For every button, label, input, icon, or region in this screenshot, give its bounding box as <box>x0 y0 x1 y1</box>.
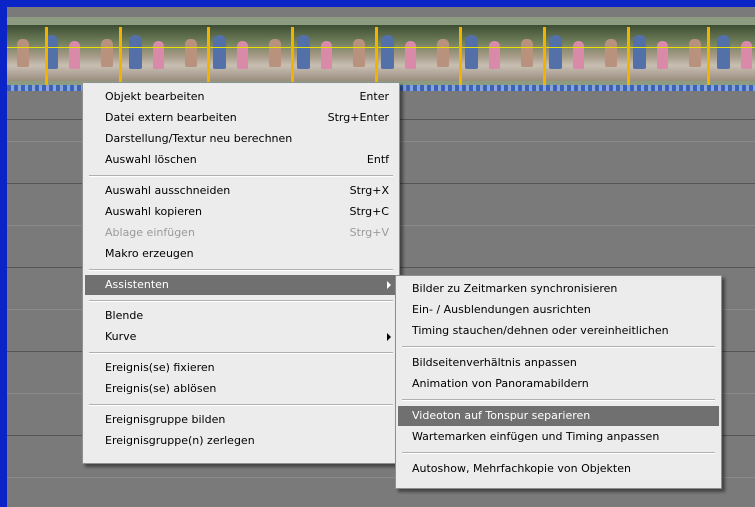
menu-item-shortcut: Strg+Enter <box>327 111 389 124</box>
timeline-marker[interactable] <box>207 27 210 85</box>
menu-item-timing-stauchen-dehnen-oder-vereinheitlichen[interactable]: Timing stauchen/dehnen oder vereinheitli… <box>398 321 719 341</box>
menu-item-shortcut: Entf <box>366 153 389 166</box>
timeline-marker[interactable] <box>291 27 294 85</box>
menu-item-label: Objekt bearbeiten <box>105 90 205 103</box>
menu-item-ein-ausblendungen-ausrichten[interactable]: Ein- / Ausblendungen ausrichten <box>398 300 719 320</box>
menu-item-blende[interactable]: Blende <box>85 306 397 326</box>
timeline-marker[interactable] <box>707 27 710 85</box>
menu-item-label: Assistenten <box>105 278 169 291</box>
menu-item-ereignisgruppe-n-zerlegen[interactable]: Ereignisgruppe(n) zerlegen <box>85 431 397 451</box>
menu-item-ereignisgruppe-bilden[interactable]: Ereignisgruppe bilden <box>85 410 397 430</box>
menu-separator <box>89 269 393 271</box>
menu-item-shortcut: Strg+X <box>349 184 389 197</box>
timeline-marker[interactable] <box>459 27 462 85</box>
submenu-arrow-icon <box>387 281 391 289</box>
video-frame-thumbnail <box>511 25 595 81</box>
menu-item-label: Bilder zu Zeitmarken synchronisieren <box>412 282 618 295</box>
menu-item-auswahl-ausschneiden[interactable]: Auswahl ausschneiden Strg+X <box>85 181 397 201</box>
menu-item-label: Datei extern bearbeiten <box>105 111 237 124</box>
menu-separator <box>89 352 393 354</box>
menu-item-objekt-bearbeiten[interactable]: Objekt bearbeiten Enter <box>85 87 397 107</box>
video-filmstrip[interactable] <box>7 17 755 85</box>
menu-separator <box>89 175 393 177</box>
menu-item-auswahl-löschen[interactable]: Auswahl löschen Entf <box>85 150 397 170</box>
menu-item-label: Blende <box>105 309 144 322</box>
menu-item-label: Auswahl kopieren <box>105 205 203 218</box>
menu-item-ereignis-se-ablösen[interactable]: Ereignis(se) ablösen <box>85 379 397 399</box>
timeline-marker[interactable] <box>543 27 546 85</box>
menu-separator <box>402 346 715 348</box>
menu-item-label: Autoshow, Mehrfachkopie von Objekten <box>412 462 631 475</box>
video-frame-thumbnail <box>91 25 175 81</box>
menu-separator <box>402 399 715 401</box>
timeline-marker[interactable] <box>45 27 48 85</box>
menu-item-label: Ein- / Ausblendungen ausrichten <box>412 303 591 316</box>
menu-item-videoton-auf-tonspur-separieren[interactable]: Videoton auf Tonspur separieren <box>398 406 719 426</box>
menu-item-darstellung-textur-neu-berechnen[interactable]: Darstellung/Textur neu berechnen <box>85 129 397 149</box>
video-frame-thumbnail <box>175 25 259 81</box>
menu-item-animation-von-panoramabildern[interactable]: Animation von Panoramabildern <box>398 374 719 394</box>
menu-item-label: Darstellung/Textur neu berechnen <box>105 132 293 145</box>
timeline-marker[interactable] <box>119 27 122 85</box>
menu-item-bildseitenverhältnis-anpassen[interactable]: Bildseitenverhältnis anpassen <box>398 353 719 373</box>
menu-item-bilder-zu-zeitmarken-synchronisieren[interactable]: Bilder zu Zeitmarken synchronisieren <box>398 279 719 299</box>
menu-item-shortcut: Strg+V <box>349 226 389 239</box>
menu-separator <box>402 452 715 454</box>
menu-item-label: Kurve <box>105 330 137 343</box>
menu-item-auswahl-kopieren[interactable]: Auswahl kopieren Strg+C <box>85 202 397 222</box>
menu-item-label: Animation von Panoramabildern <box>412 377 589 390</box>
menu-item-label: Videoton auf Tonspur separieren <box>412 409 591 422</box>
menu-item-label: Timing stauchen/dehnen oder vereinheitli… <box>412 324 669 337</box>
menu-item-datei-extern-bearbeiten[interactable]: Datei extern bearbeiten Strg+Enter <box>85 108 397 128</box>
video-frame-thumbnail <box>679 25 755 81</box>
video-frame-thumbnail <box>595 25 679 81</box>
menu-item-assistenten[interactable]: Assistenten <box>85 275 397 295</box>
assistenten-submenu: Bilder zu Zeitmarken synchronisieren Ein-… <box>395 275 722 489</box>
menu-item-label: Bildseitenverhältnis anpassen <box>412 356 577 369</box>
timeline-marker[interactable] <box>627 27 630 85</box>
video-frame-thumbnail <box>427 25 511 81</box>
menu-item-autoshow-mehrfachkopie-von-objekten[interactable]: Autoshow, Mehrfachkopie von Objekten <box>398 459 719 479</box>
menu-item-wartemarken-einfügen-und-timing-anpassen[interactable]: Wartemarken einfügen und Timing anpassen <box>398 427 719 447</box>
submenu-arrow-icon <box>387 333 391 341</box>
menu-separator <box>89 404 393 406</box>
menu-item-label: Ereignisgruppe(n) zerlegen <box>105 434 255 447</box>
menu-item-shortcut: Enter <box>359 90 389 103</box>
menu-item-label: Auswahl löschen <box>105 153 197 166</box>
menu-item-label: Ablage einfügen <box>105 226 195 239</box>
video-frame-thumbnail <box>343 25 427 81</box>
menu-item-label: Ereignisgruppe bilden <box>105 413 226 426</box>
menu-item-ablage-einfügen[interactable]: Ablage einfügen Strg+V <box>85 223 397 243</box>
menu-item-makro-erzeugen[interactable]: Makro erzeugen <box>85 244 397 264</box>
menu-item-label: Wartemarken einfügen und Timing anpassen <box>412 430 660 443</box>
menu-item-label: Auswahl ausschneiden <box>105 184 231 197</box>
video-frame-thumbnail <box>7 25 91 81</box>
timeline-marker[interactable] <box>375 27 378 85</box>
menu-item-kurve[interactable]: Kurve <box>85 327 397 347</box>
video-frame-thumbnail <box>259 25 343 81</box>
menu-item-label: Ereignis(se) ablösen <box>105 382 217 395</box>
menu-item-label: Makro erzeugen <box>105 247 194 260</box>
menu-item-label: Ereignis(se) fixieren <box>105 361 215 374</box>
menu-separator <box>89 300 393 302</box>
context-menu: Objekt bearbeiten Enter Datei extern bearb… <box>82 82 400 464</box>
menu-item-ereignis-se-fixieren[interactable]: Ereignis(se) fixieren <box>85 358 397 378</box>
menu-item-shortcut: Strg+C <box>349 205 389 218</box>
